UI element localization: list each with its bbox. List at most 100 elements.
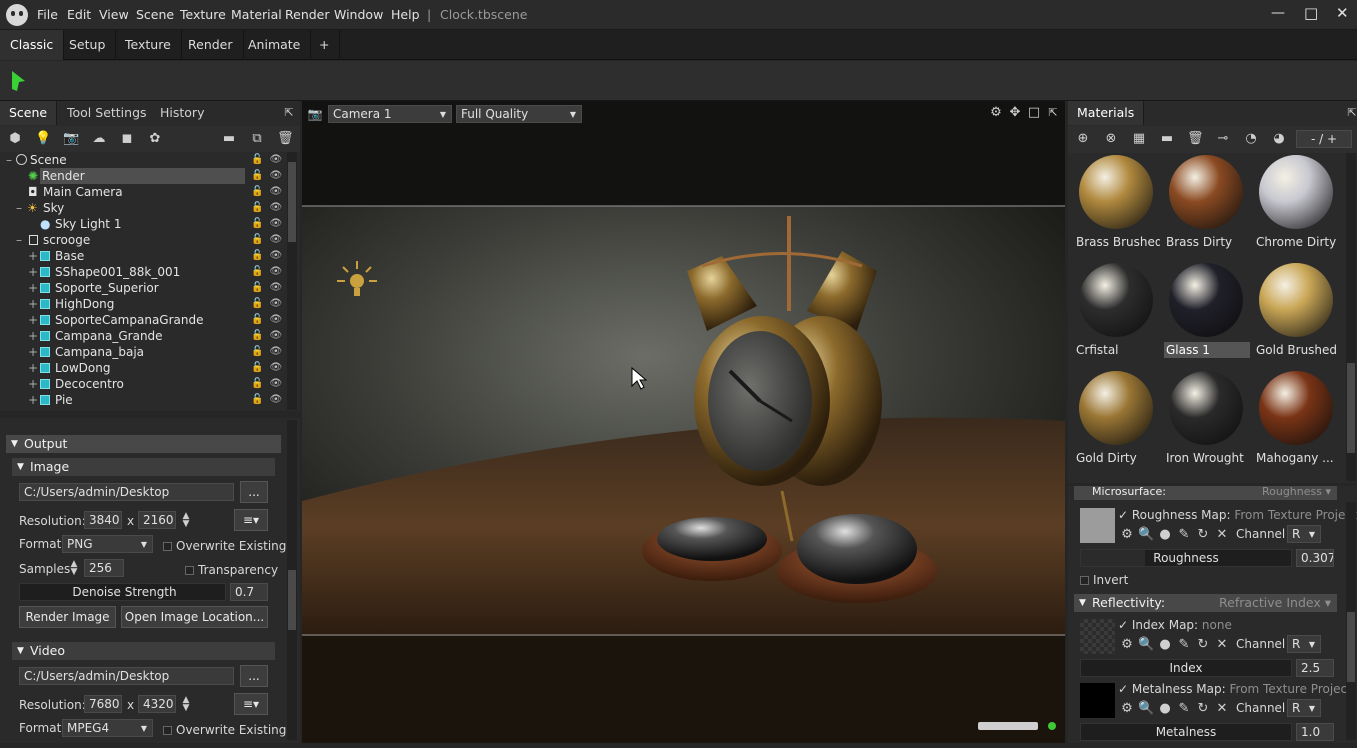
microsurface-header[interactable]: Microsurface: Roughness ▾: [1074, 486, 1337, 500]
open-image-location-button[interactable]: Open Image Location...: [121, 606, 268, 628]
image-path-field[interactable]: C:/Users/admin/Desktop: [19, 483, 234, 501]
tree-item-render[interactable]: ✺ Render 🔓👁: [0, 168, 286, 184]
map-refresh-icon[interactable]: ↻: [1195, 701, 1211, 717]
metalness-map-toggle[interactable]: ✓ Metalness Map: From Texture Project: [1118, 682, 1352, 696]
map-settings-icon[interactable]: ⚙: [1119, 527, 1135, 543]
lock-visibility-icon[interactable]: 🔓👁: [251, 312, 286, 328]
index-value-field[interactable]: 2.5: [1296, 659, 1334, 677]
metalness-channel-select[interactable]: R: [1287, 699, 1321, 717]
map-clear-icon[interactable]: ✕: [1214, 701, 1230, 717]
tree-item-mesh[interactable]: + Campana_Grande 🔓👁: [0, 328, 286, 344]
add-material-icon[interactable]: ⊕: [1075, 131, 1091, 147]
tree-item-scrooge[interactable]: – scrooge 🔓👁: [0, 232, 286, 248]
image-browse-button[interactable]: ...: [240, 481, 268, 503]
tree-item-main-camera[interactable]: ◘ Main Camera 🔓👁: [0, 184, 286, 200]
roughness-value-field[interactable]: 0.307: [1296, 549, 1334, 567]
lock-visibility-icon[interactable]: 🔓👁: [251, 296, 286, 312]
material-tile-selected[interactable]: Glass 1: [1164, 261, 1250, 358]
map-zoom-icon[interactable]: 🔍: [1138, 637, 1154, 653]
video-section-header[interactable]: ▼ Video: [12, 642, 275, 660]
tree-item-mesh[interactable]: + SoporteCampanaGrande 🔓👁: [0, 312, 286, 328]
map-settings-icon[interactable]: ⚙: [1119, 637, 1135, 653]
apply-icon[interactable]: ◔: [1243, 131, 1259, 147]
delete-icon[interactable]: 🗑: [277, 131, 294, 147]
tab-texture[interactable]: Texture: [115, 30, 182, 60]
image-presets-menu[interactable]: ≡▾: [234, 509, 268, 531]
tree-item-sky-light[interactable]: ● Sky Light 1 🔓👁: [0, 216, 286, 232]
map-zoom-icon[interactable]: 🔍: [1138, 701, 1154, 717]
map-edit-icon[interactable]: ✎: [1176, 701, 1192, 717]
lock-visibility-icon[interactable]: 🔓👁: [251, 264, 286, 280]
camera-select[interactable]: Camera 1: [328, 105, 452, 123]
video-overwrite-checkbox[interactable]: Overwrite Existing: [163, 723, 286, 737]
index-channel-select[interactable]: R: [1287, 635, 1321, 653]
tab-scene[interactable]: Scene: [0, 101, 58, 125]
video-height-field[interactable]: 4320: [138, 695, 176, 713]
tree-item-scene[interactable]: – Scene 🔓👁: [0, 152, 286, 168]
video-browse-button[interactable]: ...: [240, 665, 268, 687]
lock-visibility-icon[interactable]: 🔓👁: [251, 376, 286, 392]
video-resolution-spinner-icon[interactable]: ▲ ▼: [178, 696, 194, 713]
roughness-channel-select[interactable]: R: [1287, 525, 1321, 543]
duplicate-material-icon[interactable]: ⊗: [1103, 131, 1119, 147]
tab-history[interactable]: History: [151, 101, 213, 125]
duplicate-icon[interactable]: ⧉: [249, 131, 265, 147]
video-path-field[interactable]: C:/Users/admin/Desktop: [19, 667, 234, 685]
export-icon[interactable]: ◕: [1271, 131, 1287, 147]
undock-icon[interactable]: ⇱: [281, 105, 297, 121]
samples-field[interactable]: 256: [84, 559, 124, 577]
add-sky-icon[interactable]: ☁: [91, 131, 107, 147]
lock-visibility-icon[interactable]: 🔓👁: [251, 328, 286, 344]
video-format-select[interactable]: MPEG4: [62, 719, 153, 737]
folder-icon[interactable]: ▬: [221, 131, 237, 147]
map-paint-icon[interactable]: ●: [1157, 701, 1173, 717]
material-tile[interactable]: Iron Wrought: [1164, 369, 1250, 465]
tree-item-sky[interactable]: – ☀ Sky 🔓👁: [0, 200, 286, 216]
undock-icon[interactable]: ⇱: [1344, 105, 1357, 121]
map-refresh-icon[interactable]: ↻: [1195, 527, 1211, 543]
output-scrollbar[interactable]: [287, 420, 297, 740]
roughness-map-thumbnail[interactable]: [1080, 508, 1115, 543]
tree-item-mesh[interactable]: + Soporte_Superior 🔓👁: [0, 280, 286, 296]
tree-item-mesh[interactable]: + HighDong 🔓👁: [0, 296, 286, 312]
scene-tree-scrollbar[interactable]: [287, 152, 297, 410]
material-tile[interactable]: Mahogany ...: [1254, 369, 1340, 465]
tree-item-mesh[interactable]: + SShape001_88k_001 🔓👁: [0, 264, 286, 280]
folder-icon[interactable]: ▬: [1159, 131, 1175, 147]
index-slider[interactable]: Index: [1080, 659, 1292, 677]
lock-visibility-icon[interactable]: 🔓👁: [251, 232, 286, 248]
index-map-toggle[interactable]: ✓ Index Map: none: [1118, 618, 1232, 632]
map-paint-icon[interactable]: ●: [1157, 637, 1173, 653]
menu-window[interactable]: Window: [334, 7, 383, 22]
lock-visibility-icon[interactable]: 🔓👁: [251, 152, 286, 168]
lock-visibility-icon[interactable]: 🔓👁: [251, 392, 286, 408]
tree-item-mesh[interactable]: + Decocentro 🔓👁: [0, 376, 286, 392]
minimize-button[interactable]: —: [1271, 5, 1285, 21]
add-object-icon[interactable]: ⬢: [7, 131, 23, 147]
menu-scene[interactable]: Scene: [136, 7, 174, 22]
map-clear-icon[interactable]: ✕: [1214, 527, 1230, 543]
frame-icon[interactable]: □: [1026, 105, 1042, 121]
material-tile[interactable]: Crfistal: [1074, 261, 1160, 357]
add-material-icon[interactable]: ✿: [147, 131, 163, 147]
tree-item-mesh[interactable]: + Pie 🔓👁: [0, 392, 286, 408]
checker-icon[interactable]: ▦: [1131, 131, 1147, 147]
undock-icon[interactable]: ⇱: [1045, 105, 1061, 121]
menu-texture[interactable]: Texture: [180, 7, 226, 22]
map-zoom-icon[interactable]: 🔍: [1138, 527, 1154, 543]
lock-visibility-icon[interactable]: 🔓👁: [251, 184, 286, 200]
add-camera-icon[interactable]: 📷: [63, 131, 79, 147]
properties-scrollbar[interactable]: [1346, 502, 1356, 740]
tree-item-mesh[interactable]: + LowDong 🔓👁: [0, 360, 286, 376]
tree-item-mesh[interactable]: + Base 🔓👁: [0, 248, 286, 264]
close-button[interactable]: ✕: [1336, 4, 1349, 22]
microsurface-mode-select[interactable]: Roughness ▾: [1262, 486, 1331, 498]
tab-tool-settings[interactable]: Tool Settings: [58, 101, 156, 125]
lock-visibility-icon[interactable]: 🔓👁: [251, 280, 286, 296]
lock-visibility-icon[interactable]: 🔓👁: [251, 168, 286, 184]
tree-item-mesh[interactable]: + Campana_baja 🔓👁: [0, 344, 286, 360]
lock-visibility-icon[interactable]: 🔓👁: [251, 248, 286, 264]
material-tile[interactable]: Brass Dirty: [1164, 153, 1250, 249]
add-light-icon[interactable]: 💡: [35, 131, 51, 147]
index-map-thumbnail[interactable]: [1080, 619, 1115, 654]
